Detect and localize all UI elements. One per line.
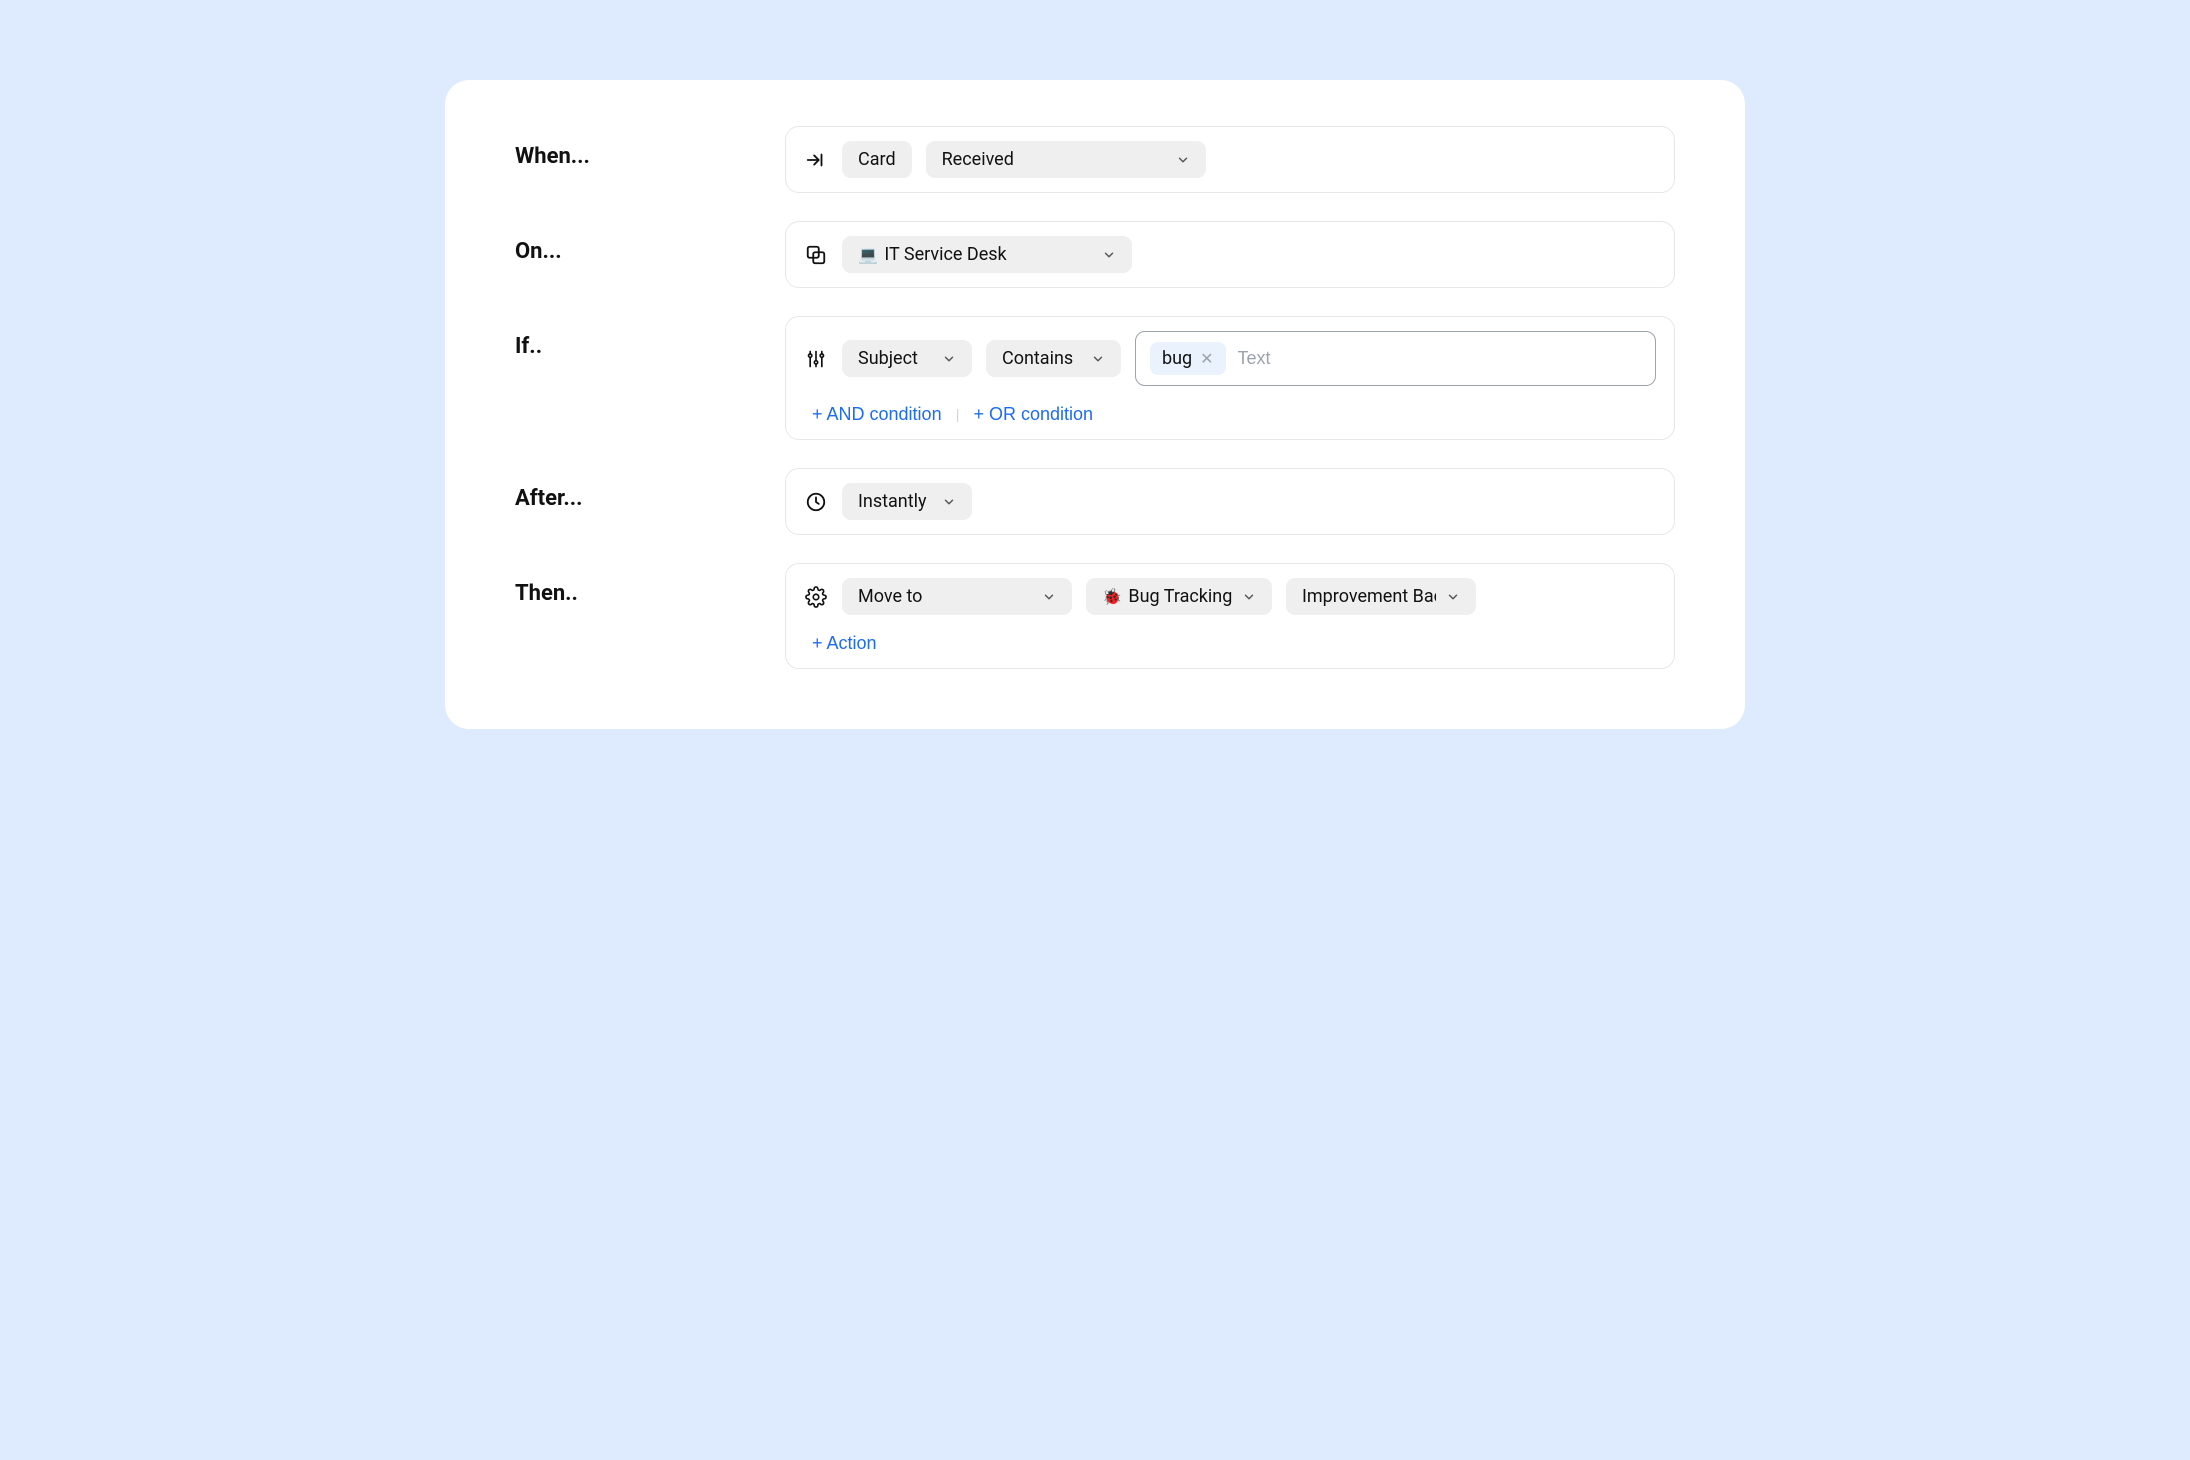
if-value-input-container[interactable]: bug ✕ [1135, 331, 1656, 386]
chevron-down-icon [1042, 590, 1056, 604]
add-action-button[interactable]: + Action [812, 633, 877, 654]
if-block: Subject Contains bug ✕ [785, 316, 1675, 440]
chevron-down-icon [1242, 590, 1256, 604]
separator: | [956, 405, 960, 424]
then-action-text: Move to [858, 586, 922, 607]
sliders-icon [804, 347, 828, 371]
when-event-text: Received [942, 149, 1014, 170]
on-label: On... [515, 221, 755, 264]
chevron-down-icon [942, 495, 956, 509]
board-icon [804, 243, 828, 267]
when-entity-text: Card [858, 149, 896, 170]
then-target-board-select[interactable]: 🐞 Bug Tracking [1086, 578, 1272, 615]
chevron-down-icon [1102, 248, 1116, 262]
clock-icon [804, 490, 828, 514]
on-row: On... 💻 IT Service Desk [515, 221, 1675, 288]
then-row: Then.. Move to 🐞 Bug Tracking [515, 563, 1675, 669]
if-operator-select[interactable]: Contains [986, 340, 1121, 377]
on-board-select[interactable]: 💻 IT Service Desk [842, 236, 1132, 273]
after-block: Instantly [785, 468, 1675, 535]
remove-chip-icon[interactable]: ✕ [1200, 351, 1213, 367]
then-target-list-select[interactable]: Improvement Backlog [1286, 578, 1476, 615]
after-label: After... [515, 468, 755, 511]
when-label: When... [515, 126, 755, 169]
on-block: 💻 IT Service Desk [785, 221, 1675, 288]
gear-icon [804, 585, 828, 609]
if-label: If.. [515, 316, 755, 359]
when-entity-pill[interactable]: Card [842, 141, 912, 178]
then-action-select[interactable]: Move to [842, 578, 1072, 615]
trigger-icon [804, 148, 828, 172]
laptop-icon: 💻 [858, 245, 878, 264]
if-value-input[interactable] [1238, 348, 1641, 369]
if-field-select[interactable]: Subject [842, 340, 972, 377]
then-label: Then.. [515, 563, 755, 606]
chevron-down-icon [1176, 153, 1190, 167]
then-target-board-text: Bug Tracking [1128, 586, 1232, 607]
then-target-list-text: Improvement Backlog [1302, 586, 1436, 607]
if-field-text: Subject [858, 348, 918, 369]
add-or-condition-button[interactable]: + OR condition [973, 404, 1093, 425]
automation-builder-card: When... Card Received On... [445, 80, 1745, 729]
chevron-down-icon [1446, 590, 1460, 604]
if-value-chip[interactable]: bug ✕ [1150, 342, 1226, 375]
if-row: If.. Subject Contains [515, 316, 1675, 440]
when-event-select[interactable]: Received [926, 141, 1206, 178]
after-delay-select[interactable]: Instantly [842, 483, 972, 520]
when-row: When... Card Received [515, 126, 1675, 193]
bug-icon: 🐞 [1102, 587, 1122, 606]
when-block: Card Received [785, 126, 1675, 193]
then-block: Move to 🐞 Bug Tracking Improvement Ba [785, 563, 1675, 669]
after-delay-text: Instantly [858, 491, 927, 512]
chevron-down-icon [1091, 352, 1105, 366]
after-row: After... Instantly [515, 468, 1675, 535]
chevron-down-icon [942, 352, 956, 366]
if-operator-text: Contains [1002, 348, 1073, 369]
add-and-condition-button[interactable]: + AND condition [812, 404, 942, 425]
on-board-text: IT Service Desk [884, 244, 1006, 265]
if-condition-links: + AND condition | + OR condition [804, 404, 1656, 425]
if-chip-text: bug [1162, 348, 1192, 369]
then-action-links: + Action [804, 633, 1656, 654]
